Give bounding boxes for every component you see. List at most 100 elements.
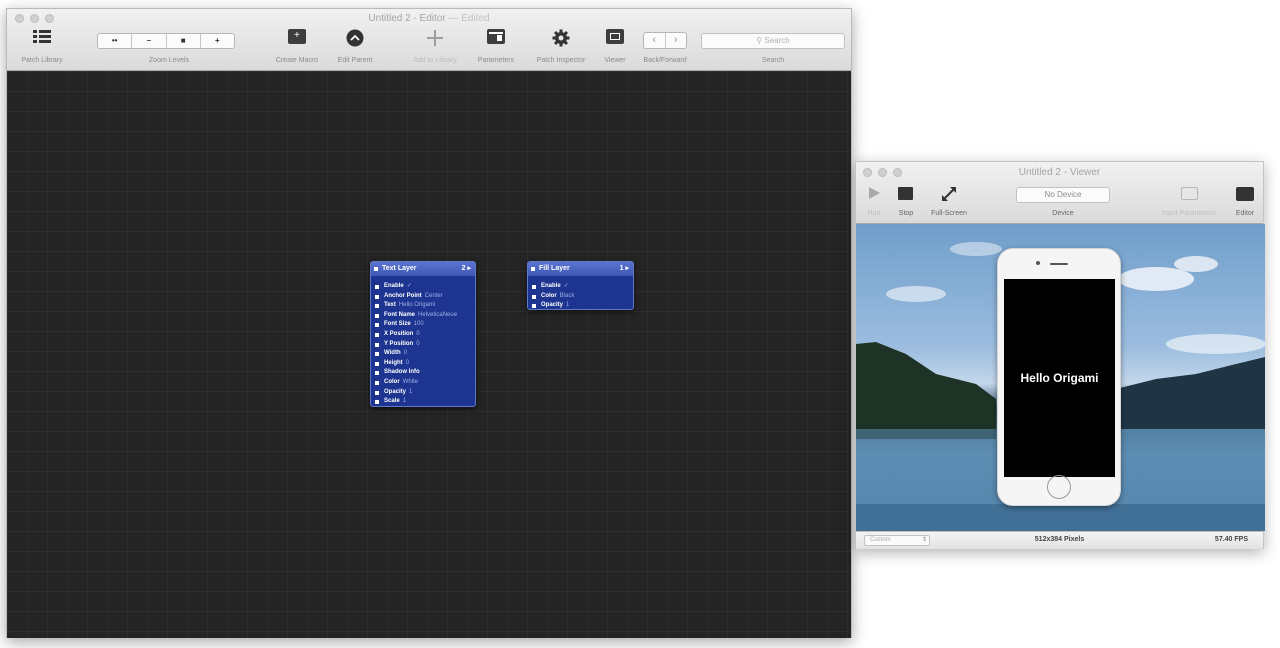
patch-port[interactable]: Color Black [528, 292, 633, 302]
chevron-left-icon: ‹ [652, 34, 657, 46]
window-title: Untitled 2 - Viewer [1018, 167, 1101, 178]
stop-button[interactable] [898, 187, 913, 200]
patch-port[interactable]: Color White [371, 378, 475, 388]
search-label: Search [761, 57, 785, 64]
window-title-text: Untitled 2 - Editor [368, 13, 446, 24]
stop-label: Stop [898, 210, 914, 217]
patch-port[interactable]: Scale 1 [371, 397, 475, 407]
fill-layer-patch[interactable]: Fill Layer 1 ▸ Enable ✓ Color Black Opacity 1 [527, 261, 634, 310]
edit-parent-button[interactable] [346, 29, 364, 52]
port-value: Center [424, 292, 443, 299]
patch-ports: Enable ✓ Anchor Point Center Text Hello Origa… [371, 276, 475, 409]
full-screen-button[interactable] [941, 186, 957, 207]
port-name: Color [541, 292, 557, 299]
plus-icon [427, 30, 443, 46]
patch-header[interactable]: Fill Layer 1 ▸ [528, 262, 633, 276]
patch-port[interactable]: Anchor Point Center [371, 292, 475, 302]
patch-port[interactable]: Opacity 1 [528, 301, 633, 311]
patch-port[interactable]: Opacity 1 [371, 388, 475, 398]
fps-readout: 57.40 FPS [1214, 536, 1248, 543]
patch-port[interactable]: Width 0 [371, 349, 475, 359]
port-value: 0 [403, 350, 407, 357]
create-macro-icon: + [288, 29, 306, 44]
patch-port[interactable]: Font Size 100 [371, 320, 475, 330]
patch-port[interactable]: Height 0 [371, 359, 475, 369]
add-to-library-button[interactable] [426, 29, 444, 52]
zoom-actual-button[interactable]: ■ [167, 34, 201, 48]
port-name: Anchor Point [384, 292, 422, 299]
port-name: Scale [384, 398, 400, 405]
run-button[interactable] [867, 186, 881, 205]
device-screen[interactable]: Hello Origami [1004, 279, 1115, 477]
patch-port[interactable]: Enable ✓ [371, 282, 475, 292]
patch-header[interactable]: Text Layer 2 ▸ [371, 262, 475, 276]
parameters-button[interactable] [487, 29, 505, 44]
viewer-icon [606, 29, 624, 44]
back-forward-label: Back/Forward [643, 57, 687, 64]
home-button[interactable] [1047, 475, 1071, 499]
patch-canvas[interactable]: Text Layer 2 ▸ Enable ✓ Anchor Point Center… [7, 71, 851, 638]
create-macro-button[interactable]: + [288, 29, 306, 44]
port-value: 1 [409, 388, 413, 395]
search-placeholder: Search [764, 36, 790, 45]
gear-icon [552, 29, 570, 47]
chevron-right-icon: › [673, 34, 678, 46]
parameters-label: Parameters [477, 57, 515, 64]
text-layer-patch[interactable]: Text Layer 2 ▸ Enable ✓ Anchor Point Center… [370, 261, 476, 407]
preview-area[interactable]: Hello Origami [856, 224, 1265, 531]
input-parameters-button[interactable] [1181, 187, 1198, 200]
zoom-fit-button[interactable]: •• [98, 34, 133, 48]
port-name: Height [384, 359, 403, 366]
patch-port[interactable]: Enable ✓ [528, 282, 633, 292]
port-value: 1 [566, 302, 570, 309]
patch-port[interactable]: Y Position 0 [371, 340, 475, 350]
add-to-library-label: Add to Library [413, 57, 457, 64]
search-icon: ⚲ [756, 36, 763, 45]
zoom-in-button[interactable]: + [201, 34, 234, 48]
editor-window: Untitled 2 - Editor — Edited Patch Libra… [6, 8, 852, 638]
editor-button[interactable] [1236, 187, 1254, 201]
patch-inspector-button[interactable] [552, 29, 570, 52]
back-button[interactable]: ‹ [644, 33, 666, 48]
viewer-label: Viewer [604, 57, 626, 64]
port-name: Width [384, 350, 401, 357]
viewer-window: Untitled 2 - Viewer Run Stop Full-Screen… [855, 161, 1265, 549]
port-name: X Position [384, 330, 414, 337]
patch-number: 1 ▸ [619, 265, 629, 272]
zoom-out-button[interactable]: – [132, 34, 167, 48]
iphone-device-frame: Hello Origami [997, 248, 1121, 506]
port-value: 1 [402, 398, 407, 405]
back-forward-control: ‹ › [643, 32, 687, 49]
port-name: Y Position [384, 340, 414, 347]
patch-inspector-label: Patch Inspector [536, 57, 586, 64]
resolution-readout: 512x384 Pixels [1034, 536, 1085, 543]
viewer-button[interactable] [606, 29, 624, 44]
device-select[interactable]: No Device [1016, 187, 1110, 203]
forward-button[interactable]: › [666, 33, 687, 48]
editor-label: Editor [1235, 210, 1255, 217]
patch-port[interactable]: Text Hello Origami [371, 301, 475, 311]
port-name: Shadow Info [384, 369, 420, 376]
port-name: Enable [384, 283, 404, 289]
expand-icon [942, 187, 956, 201]
create-macro-label: Create Macro [275, 57, 319, 64]
port-value: HelveticaNeue [418, 311, 458, 318]
play-icon [869, 187, 880, 199]
patch-port[interactable]: X Position 0 [371, 330, 475, 340]
edited-indicator: — Edited [448, 13, 490, 24]
port-value: 0 [416, 340, 420, 347]
edit-parent-icon [346, 29, 364, 47]
parameters-icon [487, 29, 505, 44]
port-value: 0 [405, 359, 410, 366]
patch-port[interactable]: Font Name HelveticaNeue [371, 311, 475, 321]
patch-port[interactable]: Shadow Info [371, 368, 475, 378]
patch-ports: Enable ✓ Color Black Opacity 1 [528, 276, 633, 313]
patch-title: Text Layer [382, 265, 417, 272]
patch-library-button[interactable] [33, 29, 51, 50]
patch-number: 2 ▸ [461, 265, 471, 272]
search-input[interactable]: ⚲ Search [701, 33, 845, 49]
port-name: Text [384, 302, 396, 309]
list-icon [33, 30, 51, 43]
zoom-levels-label: Zoom Levels [148, 57, 190, 64]
viewer-status-bar: Custom ⇕ 512x384 Pixels 57.40 FPS [856, 531, 1263, 549]
